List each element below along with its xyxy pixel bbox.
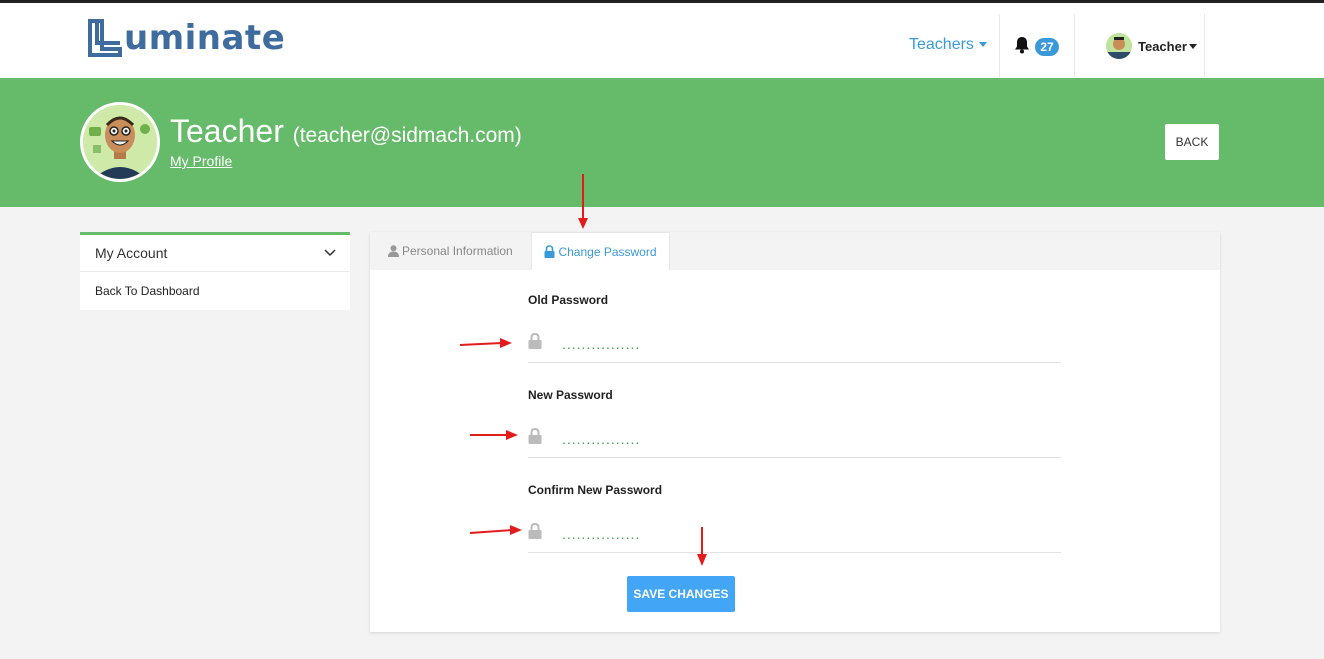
annotation-arrow-right-icon: [459, 338, 512, 348]
old-password-row: [528, 329, 1061, 363]
annotation-arrow-right-icon: [469, 525, 522, 535]
logo-mark-icon: [88, 19, 122, 57]
sidebar-item-back-to-dashboard[interactable]: Back To Dashboard: [80, 272, 350, 310]
my-account-toggle[interactable]: My Account: [80, 235, 350, 272]
annotation-arrow-down-icon: [697, 527, 707, 566]
old-password-label: Old Password: [528, 293, 609, 307]
lock-icon: [528, 333, 542, 349]
tab-label: Personal Information: [402, 244, 513, 258]
new-password-field[interactable]: [562, 426, 1042, 452]
account-sidebar: My Account Back To Dashboard: [80, 232, 350, 310]
save-changes-button[interactable]: SAVE CHANGES: [627, 576, 735, 612]
user-icon: [388, 245, 399, 257]
lock-icon: [528, 523, 542, 539]
teachers-label: Teachers: [909, 36, 974, 53]
profile-tabs: Personal Information Change Password: [370, 232, 1220, 270]
user-name-label: Teacher: [1138, 38, 1187, 54]
brand-logo[interactable]: uminate: [88, 17, 285, 59]
avatar: [1106, 33, 1132, 59]
nav-divider: [1074, 14, 1075, 77]
profile-name: Teacher: [170, 113, 284, 149]
caret-down-icon: [978, 42, 987, 48]
nav-divider: [999, 14, 1000, 77]
annotation-arrow-down-icon: [578, 174, 588, 229]
chevron-down-icon: [324, 249, 336, 257]
tab-label: Change Password: [558, 244, 657, 259]
nav-divider: [1204, 14, 1205, 77]
caret-down-icon: [1188, 43, 1197, 49]
lock-icon: [528, 428, 542, 444]
profile-email: (teacher@sidmach.com): [292, 124, 522, 147]
teachers-dropdown[interactable]: Teachers: [909, 36, 987, 54]
sidebar-item-label: Back To Dashboard: [95, 284, 200, 298]
tab-change-password[interactable]: Change Password: [531, 232, 670, 270]
lock-icon: [544, 245, 555, 258]
bell-icon: [1015, 37, 1029, 54]
confirm-password-row: [528, 519, 1061, 553]
confirm-password-label: Confirm New Password: [528, 483, 663, 497]
new-password-row: [528, 424, 1061, 458]
notifications-button[interactable]: [1014, 36, 1030, 59]
old-password-field[interactable]: [562, 331, 1042, 357]
brand-name: uminate: [124, 18, 286, 58]
annotation-arrow-right-icon: [470, 430, 518, 440]
sidebar-heading: My Account: [95, 245, 168, 261]
my-profile-link[interactable]: My Profile: [170, 153, 232, 169]
top-navbar: uminate Teachers 27 Teacher: [0, 3, 1324, 78]
confirm-password-field[interactable]: [562, 521, 1042, 547]
user-menu-dropdown[interactable]: Teacher: [1106, 33, 1197, 59]
new-password-label: New Password: [528, 388, 613, 402]
profile-avatar: [80, 102, 160, 182]
tab-personal-information[interactable]: Personal Information: [388, 232, 513, 270]
notification-count-badge: 27: [1035, 38, 1059, 56]
back-button[interactable]: BACK: [1165, 124, 1219, 160]
profile-name-line: Teacher (teacher@sidmach.com): [170, 113, 522, 150]
profile-banner: Teacher (teacher@sidmach.com) My Profile…: [0, 78, 1324, 207]
